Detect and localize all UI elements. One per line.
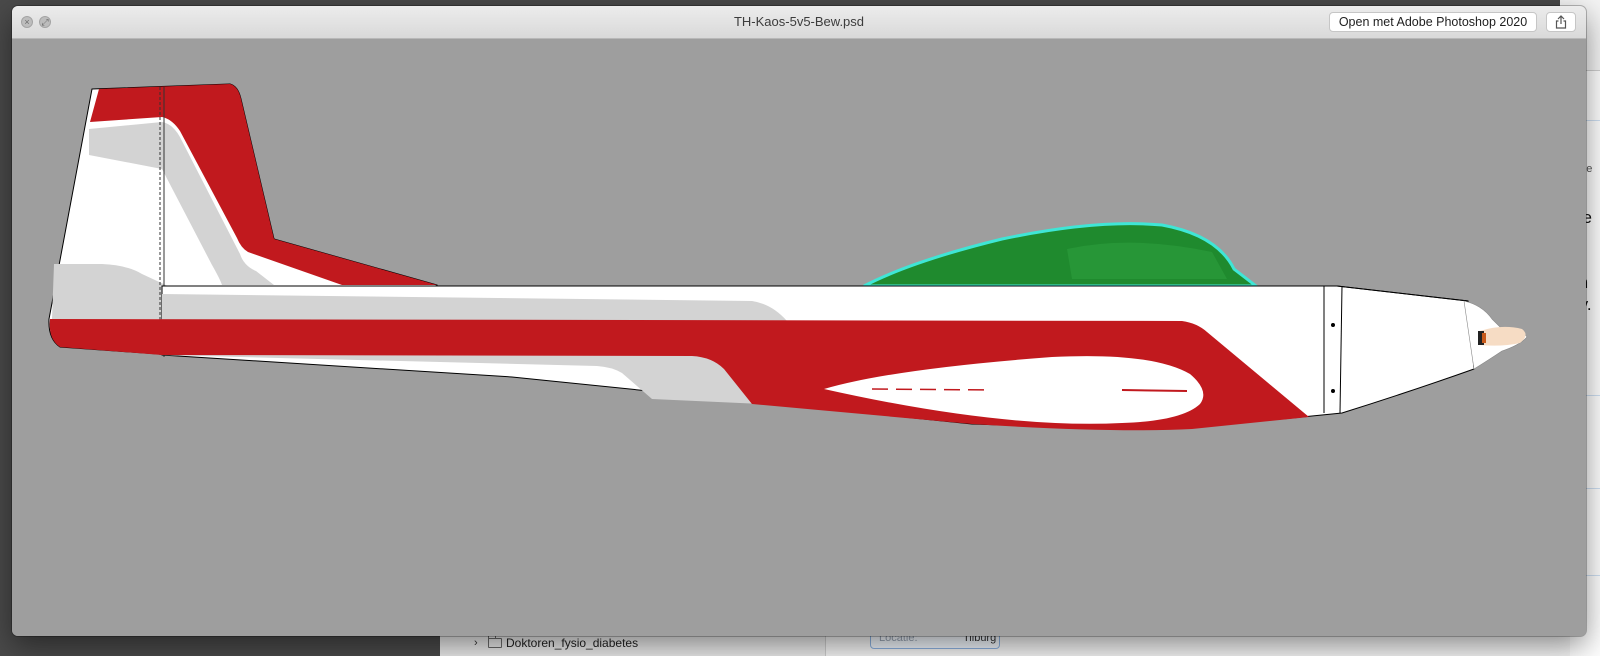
share-icon (1555, 15, 1567, 29)
background-divider (1586, 395, 1600, 396)
image-preview-area[interactable] (12, 39, 1586, 636)
share-button[interactable] (1546, 12, 1576, 32)
background-divider (1586, 488, 1600, 489)
propeller (1480, 326, 1526, 346)
disclosure-chevron-icon[interactable]: › (474, 637, 484, 649)
quick-look-window: × ⤢ TH-Kaos-5v5-Bew.psd Open met Adobe P… (12, 6, 1586, 636)
glider-livery-image (48, 83, 1528, 431)
folder-name: Doktoren_fysio_diabetes (506, 636, 639, 650)
window-titlebar[interactable]: × ⤢ TH-Kaos-5v5-Bew.psd Open met Adobe P… (12, 6, 1586, 39)
background-divider (1586, 120, 1600, 121)
background-divider (1586, 575, 1600, 576)
folder-icon (488, 635, 502, 648)
folder-list-item[interactable]: › Doktoren_fysio_diabetes (474, 635, 639, 650)
open-with-photoshop-button[interactable]: Open met Adobe Photoshop 2020 (1329, 12, 1537, 32)
